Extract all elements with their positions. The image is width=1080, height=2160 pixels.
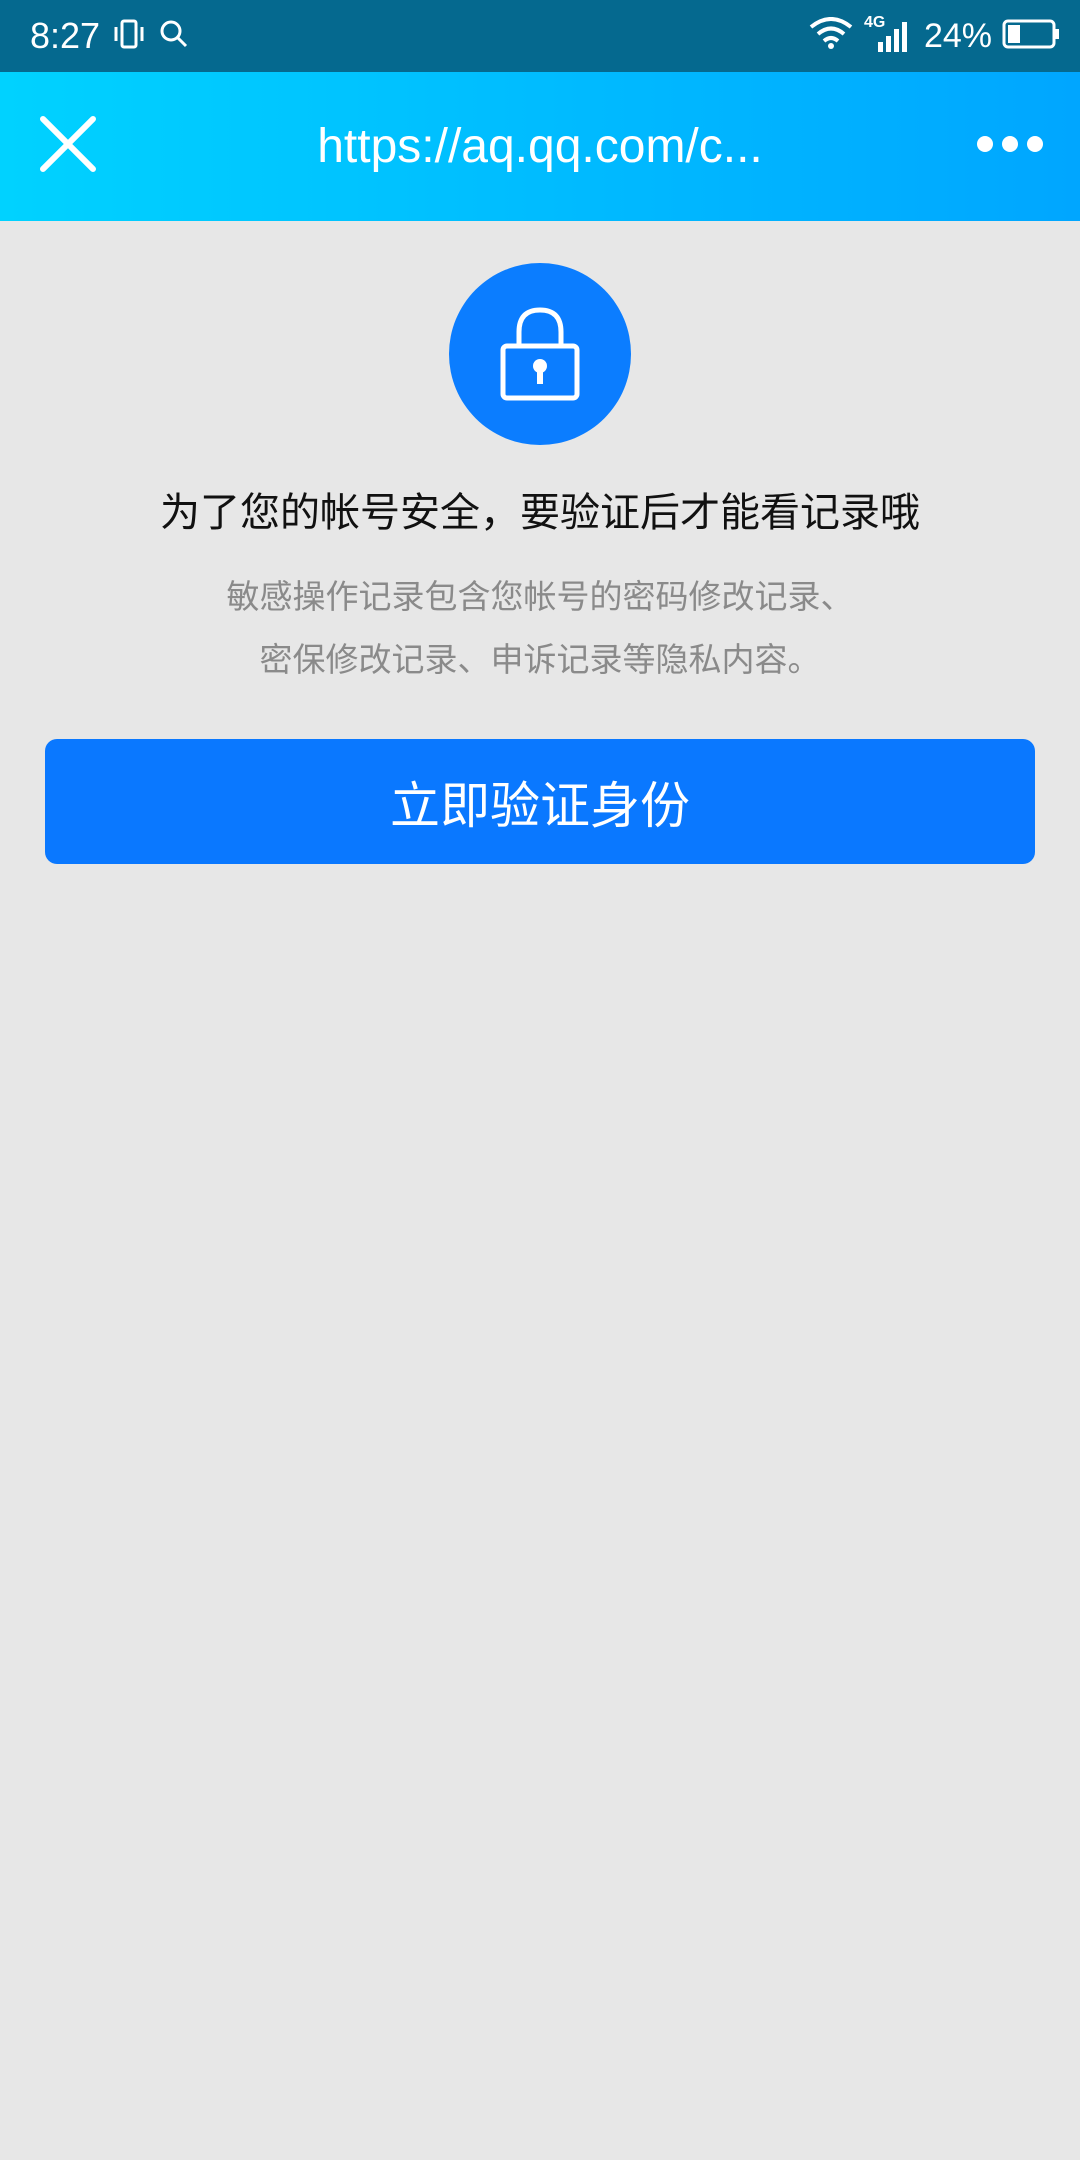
status-time: 8:27: [30, 15, 101, 56]
battery-percent: 24%: [923, 16, 992, 55]
verify-identity-button[interactable]: 立即验证身份: [45, 739, 1035, 864]
wifi-icon: [808, 17, 854, 55]
description-line-1: 敏感操作记录包含您帐号的密码修改记录、: [226, 577, 854, 616]
status-bar: 8:27 4G 24%: [0, 0, 1080, 72]
title-bar: https://aq.qq.com/c...: [0, 72, 1080, 221]
description-line-2: 密保修改记录、申诉记录等隐私内容。: [259, 640, 821, 679]
more-dots-icon: [975, 134, 1045, 158]
signal-icon: 4G: [864, 14, 914, 56]
page-heading: 为了您的帐号安全，要验证后才能看记录哦: [160, 490, 920, 536]
description: 敏感操作记录包含您帐号的密码修改记录、 密保修改记录、申诉记录等隐私内容。: [0, 565, 1080, 691]
page-url: https://aq.qq.com/c...: [317, 120, 763, 173]
more-button[interactable]: [960, 114, 1060, 178]
vibrate-icon: [112, 17, 146, 55]
battery-icon: [1002, 18, 1060, 54]
status-left: 8:27: [30, 0, 190, 72]
status-right: 4G 24%: [808, 0, 1060, 72]
search-icon: [158, 18, 190, 54]
lock-badge: [449, 263, 631, 445]
close-button[interactable]: [30, 108, 106, 184]
lock-icon: [495, 302, 585, 406]
close-icon: [39, 115, 97, 177]
